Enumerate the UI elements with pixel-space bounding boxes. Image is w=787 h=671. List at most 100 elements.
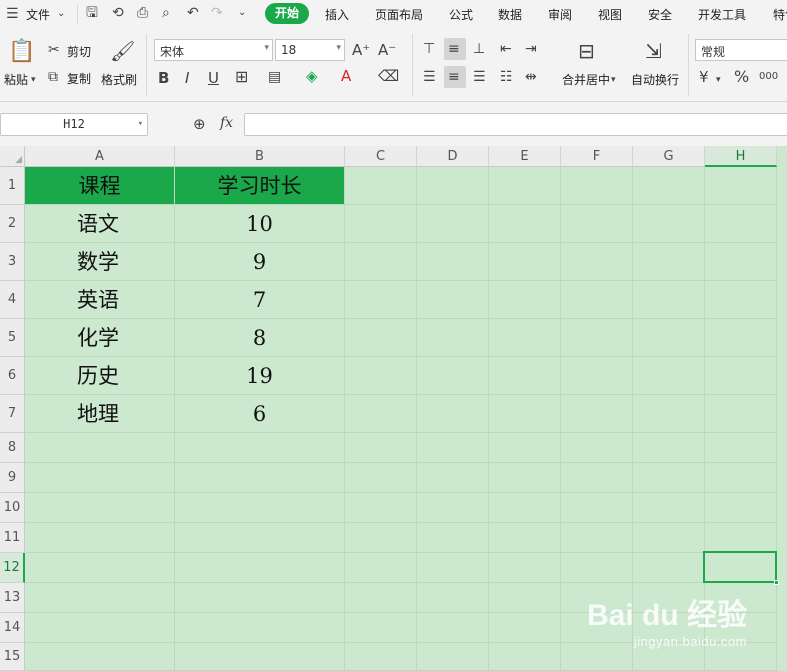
tab-developer[interactable]: 开发工具 [698, 6, 746, 23]
cell-c3[interactable] [345, 243, 417, 281]
cell-f4[interactable] [561, 281, 633, 319]
cell-a10[interactable] [25, 493, 175, 523]
cell-h2[interactable] [705, 205, 777, 243]
cell-f3[interactable] [561, 243, 633, 281]
row-header-6[interactable]: 6 [0, 357, 25, 395]
merge-center-button[interactable]: 合并居中 [562, 71, 610, 88]
cell-a3[interactable]: 数学 [25, 243, 175, 281]
cell-e8[interactable] [489, 433, 561, 463]
row-header-12[interactable]: 12 [0, 553, 25, 583]
cell-e13[interactable] [489, 583, 561, 613]
wrap-text-button[interactable]: 自动换行 [631, 71, 679, 88]
row-header-1[interactable]: 1 [0, 167, 25, 205]
cell-d9[interactable] [417, 463, 489, 493]
font-color-icon[interactable]: A [341, 68, 351, 84]
cell-b9[interactable] [175, 463, 345, 493]
cell-g3[interactable] [633, 243, 705, 281]
cell-e3[interactable] [489, 243, 561, 281]
align-left-icon[interactable]: ☰ [423, 69, 436, 85]
cell-a14[interactable] [25, 613, 175, 643]
tab-review[interactable]: 审阅 [548, 6, 572, 23]
cell-b13[interactable] [175, 583, 345, 613]
format-painter-button[interactable]: 格式刷 [101, 71, 137, 88]
format-icon[interactable]: ⟲ [112, 5, 124, 21]
cell-c1[interactable] [345, 167, 417, 205]
cell-c7[interactable] [345, 395, 417, 433]
increase-font-icon[interactable]: A⁺ [352, 42, 370, 58]
merge-center-icon[interactable]: ⊟ [578, 40, 595, 62]
cell-e10[interactable] [489, 493, 561, 523]
cell-b10[interactable] [175, 493, 345, 523]
row-header-10[interactable]: 10 [0, 493, 25, 523]
cell-h9[interactable] [705, 463, 777, 493]
cell-e6[interactable] [489, 357, 561, 395]
cell-c10[interactable] [345, 493, 417, 523]
redo-icon[interactable]: ↷ [211, 5, 223, 21]
align-top-icon[interactable]: ⊤ [423, 41, 435, 57]
cell-b8[interactable] [175, 433, 345, 463]
cell-e1[interactable] [489, 167, 561, 205]
cell-f10[interactable] [561, 493, 633, 523]
cell-f6[interactable] [561, 357, 633, 395]
column-header-b[interactable]: B [175, 146, 345, 167]
cut-button[interactable]: 剪切 [67, 43, 91, 60]
row-header-15[interactable]: 15 [0, 643, 25, 671]
eraser-icon[interactable]: ⌫ [378, 68, 399, 84]
column-header-g[interactable]: G [633, 146, 705, 167]
cell-b15[interactable] [175, 643, 345, 671]
paste-icon[interactable]: 📋 [8, 40, 35, 64]
row-header-14[interactable]: 14 [0, 613, 25, 643]
wrap-text-icon[interactable]: ⇲ [645, 40, 662, 62]
cell-d2[interactable] [417, 205, 489, 243]
cell-c14[interactable] [345, 613, 417, 643]
column-header-c[interactable]: C [345, 146, 417, 167]
column-header-a[interactable]: A [25, 146, 175, 167]
cell-c15[interactable] [345, 643, 417, 671]
indent-increase-icon[interactable]: ⇥ [525, 41, 537, 57]
formula-input[interactable] [244, 113, 787, 136]
indent-decrease-icon[interactable]: ⇤ [500, 41, 512, 57]
cell-a5[interactable]: 化学 [25, 319, 175, 357]
cell-h1[interactable] [705, 167, 777, 205]
column-header-d[interactable]: D [417, 146, 489, 167]
cell-d7[interactable] [417, 395, 489, 433]
fill-color-icon[interactable]: ◈ [306, 68, 318, 84]
cell-d12[interactable] [417, 553, 489, 583]
zoom-search-icon[interactable]: ⊕ [193, 116, 206, 132]
print-icon[interactable]: ⎙ [137, 5, 148, 21]
tab-formulas[interactable]: 公式 [449, 6, 473, 23]
cell-g1[interactable] [633, 167, 705, 205]
cell-f8[interactable] [561, 433, 633, 463]
cell-g7[interactable] [633, 395, 705, 433]
cell-b2[interactable]: 10 [175, 205, 345, 243]
cell-a8[interactable] [25, 433, 175, 463]
copy-button[interactable]: 复制 [67, 70, 91, 87]
row-header-9[interactable]: 9 [0, 463, 25, 493]
cell-g9[interactable] [633, 463, 705, 493]
cell-e5[interactable] [489, 319, 561, 357]
cell-a13[interactable] [25, 583, 175, 613]
row-header-11[interactable]: 11 [0, 523, 25, 553]
chevron-down-icon[interactable]: ⌄ [57, 6, 65, 22]
border-icon[interactable]: ⊞ [235, 69, 248, 85]
cell-c2[interactable] [345, 205, 417, 243]
cell-a2[interactable]: 语文 [25, 205, 175, 243]
cell-c6[interactable] [345, 357, 417, 395]
cell-b7[interactable]: 6 [175, 395, 345, 433]
cell-g10[interactable] [633, 493, 705, 523]
tab-home[interactable]: 开始 [265, 3, 309, 24]
cell-g8[interactable] [633, 433, 705, 463]
cell-b5[interactable]: 8 [175, 319, 345, 357]
cell-f12[interactable] [561, 553, 633, 583]
cell-h5[interactable] [705, 319, 777, 357]
format-painter-icon[interactable]: 🖌 [110, 40, 135, 62]
menu-file[interactable]: 文件 [26, 6, 50, 23]
cell-h8[interactable] [705, 433, 777, 463]
italic-button[interactable]: I [185, 70, 189, 86]
row-header-5[interactable]: 5 [0, 319, 25, 357]
decrease-font-icon[interactable]: A⁻ [378, 42, 396, 58]
cell-b6[interactable]: 19 [175, 357, 345, 395]
cell-h6[interactable] [705, 357, 777, 395]
cell-f9[interactable] [561, 463, 633, 493]
cell-d13[interactable] [417, 583, 489, 613]
